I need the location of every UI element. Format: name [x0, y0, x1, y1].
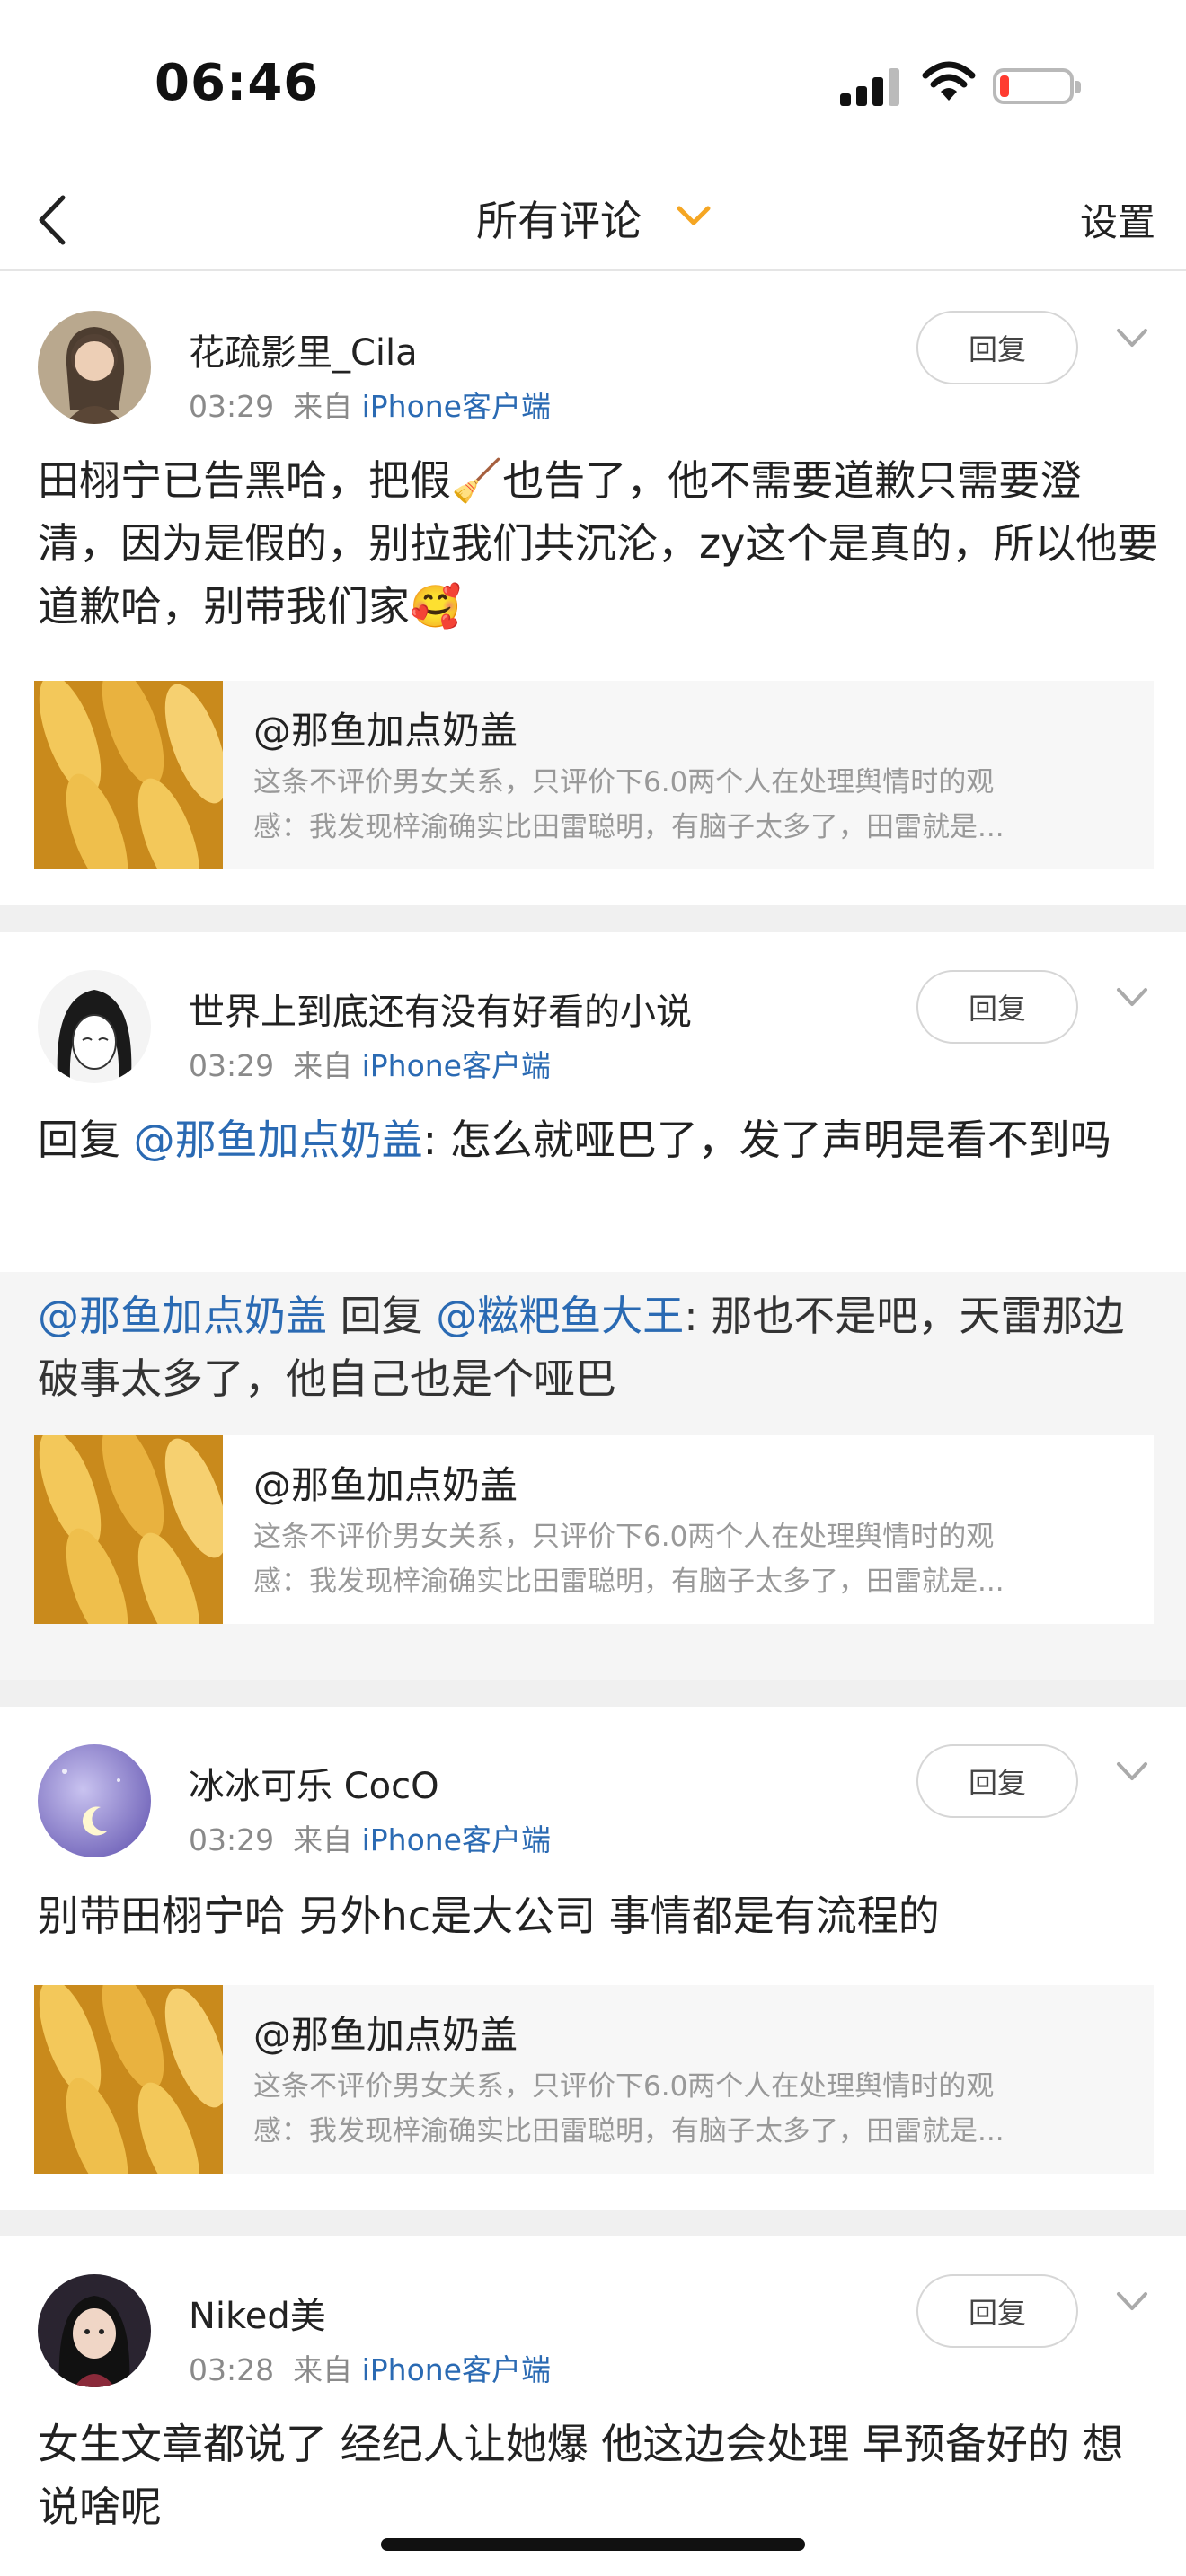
avatar[interactable]: [38, 2274, 151, 2387]
comment-username[interactable]: Niked美: [189, 2287, 326, 2339]
card-summary-line: 这条不评价男女关系，只评价下6.0两个人在处理舆情时的观: [253, 1521, 995, 1553]
card-summary: 这条不评价男女关系，只评价下6.0两个人在处理舆情时的观 感：我发现梓渝确实比田…: [253, 1514, 1143, 1604]
reply-button[interactable]: 回复: [916, 970, 1078, 1044]
mention-link[interactable]: @那鱼加点奶盖: [38, 1292, 327, 1340]
comment-username[interactable]: 冰冰可乐 CocO: [189, 1757, 439, 1809]
comment-item: 冰冰可乐 CocO 03:29 来自 iPhone客户端 回复 别带田栩宁哈 另…: [0, 1707, 1186, 2210]
comment-meta: 03:29 来自 iPhone客户端: [189, 383, 551, 426]
quote-reply-word: 回复: [327, 1292, 437, 1340]
wifi-icon: [922, 61, 976, 101]
reply-button[interactable]: 回复: [916, 1744, 1078, 1818]
comment-meta: 03:28 来自 iPhone客户端: [189, 2346, 551, 2389]
comment-time: 03:29: [189, 1048, 275, 1083]
comment-meta: 03:29 来自 iPhone客户端: [189, 1042, 551, 1085]
quoted-reply-text: @那鱼加点奶盖 回复 @糍粑鱼大王: 那也不是吧，天雷那边破事太多了，他自己也是…: [38, 1284, 1152, 1410]
card-summary-line: 这条不评价男女关系，只评价下6.0两个人在处理舆情时的观: [253, 766, 995, 798]
nav-bar: 所有评论 设置: [0, 171, 1186, 271]
comment-text: 回复 @那鱼加点奶盖: 怎么就哑巴了，发了声明是看不到吗: [38, 1108, 1161, 1171]
comment-time: 03:29: [189, 389, 275, 424]
cellular-signal-icon: [840, 65, 899, 106]
avatar[interactable]: [38, 970, 151, 1083]
card-summary-line: 感：我发现梓渝确实比田雷聪明，有脑子太多了，田雷就是...: [253, 811, 1005, 843]
comment-source[interactable]: iPhone客户端: [362, 389, 551, 424]
reply-button[interactable]: 回复: [916, 311, 1078, 384]
post-thumbnail: [34, 1985, 223, 2174]
card-summary: 这条不评价男女关系，只评价下6.0两个人在处理舆情时的观 感：我发现梓渝确实比田…: [253, 2064, 1143, 2154]
quoted-post-card[interactable]: @那鱼加点奶盖 这条不评价男女关系，只评价下6.0两个人在处理舆情时的观 感：我…: [34, 1435, 1154, 1624]
card-summary-line: 这条不评价男女关系，只评价下6.0两个人在处理舆情时的观: [253, 2070, 995, 2103]
comment-item: 花疏影里_Cila 03:29 来自 iPhone客户端 回复 田栩宁已告黑哈，…: [0, 273, 1186, 902]
card-title: @那鱼加点奶盖: [253, 1463, 518, 1507]
reply-text: : 怎么就哑巴了，发了声明是看不到吗: [422, 1116, 1111, 1164]
avatar[interactable]: [38, 1744, 151, 1857]
comment-time: 03:28: [189, 2352, 275, 2387]
settings-button[interactable]: 设置: [1080, 192, 1155, 247]
card-summary-line: 感：我发现梓渝确实比田雷聪明，有脑子太多了，田雷就是...: [253, 1566, 1005, 1598]
card-title: @那鱼加点奶盖: [253, 709, 518, 753]
home-indicator[interactable]: [381, 2538, 805, 2551]
chevron-down-icon[interactable]: [1114, 2289, 1150, 2316]
comment-item: 世界上到底还有没有好看的小说 03:29 来自 iPhone客户端 回复 回复 …: [0, 932, 1186, 1680]
post-thumbnail: [34, 681, 223, 869]
page-title[interactable]: 所有评论: [476, 189, 642, 248]
card-title: @那鱼加点奶盖: [253, 2013, 518, 2057]
divider: [0, 2210, 1186, 2236]
post-thumbnail: [34, 1435, 223, 1624]
mention-link[interactable]: @那鱼加点奶盖: [134, 1116, 423, 1164]
chevron-down-icon[interactable]: [1114, 1759, 1150, 1786]
card-summary-line: 感：我发现梓渝确实比田雷聪明，有脑子太多了，田雷就是...: [253, 2115, 1005, 2148]
comment-source[interactable]: iPhone客户端: [362, 1822, 551, 1857]
from-label: 来自: [293, 1822, 353, 1857]
comment-text: 女生文章都说了 经纪人让她爆 他这边会处理 早预备好的 想说啥呢: [38, 2420, 1124, 2531]
comment-item: Niked美 03:28 来自 iPhone客户端 回复 女生文章都说了 经纪人…: [0, 2236, 1186, 2576]
battery-icon: [993, 68, 1081, 104]
chevron-left-icon[interactable]: [27, 189, 81, 251]
from-label: 来自: [293, 389, 353, 424]
comment-username[interactable]: 花疏影里_Cila: [189, 323, 418, 375]
comment-meta: 03:29 来自 iPhone客户端: [189, 1816, 551, 1859]
comment-text: 别带田栩宁哈 另外hc是大公司 事情都是有流程的: [38, 1892, 940, 1940]
chevron-down-icon[interactable]: [1114, 325, 1150, 352]
comment-text: 田栩宁已告黑哈，把假🧹也告了，他不需要道歉只需要澄清，因为是假的，别拉我们共沉沦…: [38, 456, 1159, 631]
divider: [0, 905, 1186, 932]
status-time: 06:46: [155, 54, 320, 112]
comment-source[interactable]: iPhone客户端: [362, 1048, 551, 1083]
comment-username[interactable]: 世界上到底还有没有好看的小说: [189, 983, 692, 1035]
avatar[interactable]: [38, 311, 151, 424]
from-label: 来自: [293, 2352, 353, 2387]
quoted-post-card[interactable]: @那鱼加点奶盖 这条不评价男女关系，只评价下6.0两个人在处理舆情时的观 感：我…: [34, 681, 1154, 869]
comment-time: 03:29: [189, 1822, 275, 1857]
status-bar: 06:46: [0, 0, 1186, 171]
reply-button[interactable]: 回复: [916, 2274, 1078, 2348]
chevron-down-icon[interactable]: [1114, 984, 1150, 1011]
from-label: 来自: [293, 1048, 353, 1083]
quoted-post-card[interactable]: @那鱼加点奶盖 这条不评价男女关系，只评价下6.0两个人在处理舆情时的观 感：我…: [34, 1985, 1154, 2174]
divider: [0, 1680, 1186, 1707]
chevron-down-icon[interactable]: [672, 198, 715, 234]
mention-link[interactable]: @糍粑鱼大王: [436, 1292, 684, 1340]
quoted-reply[interactable]: @那鱼加点奶盖 回复 @糍粑鱼大王: 那也不是吧，天雷那边破事太多了，他自己也是…: [0, 1272, 1186, 1680]
reply-prefix: 回复: [38, 1116, 120, 1164]
card-summary: 这条不评价男女关系，只评价下6.0两个人在处理舆情时的观 感：我发现梓渝确实比田…: [253, 760, 1143, 850]
comment-source[interactable]: iPhone客户端: [362, 2352, 551, 2387]
